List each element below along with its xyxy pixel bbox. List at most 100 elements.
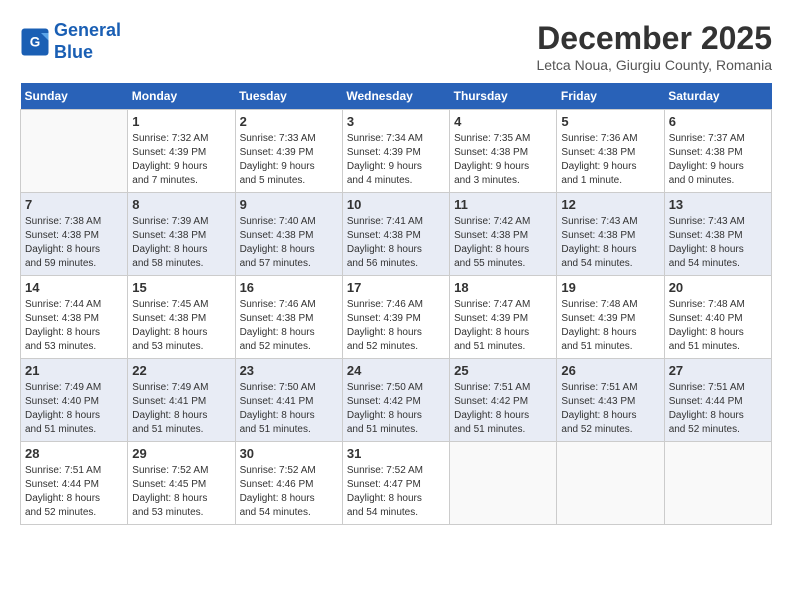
day-number: 22 [132, 363, 230, 378]
subtitle: Letca Noua, Giurgiu County, Romania [536, 57, 772, 73]
day-number: 16 [240, 280, 338, 295]
calendar-cell [664, 442, 771, 525]
calendar-cell: 30Sunrise: 7:52 AMSunset: 4:46 PMDayligh… [235, 442, 342, 525]
day-number: 17 [347, 280, 445, 295]
calendar-cell: 21 Sunrise: 7:49 AMSunset: 4:40 PMDayligh… [21, 359, 128, 442]
weekday-header-row: SundayMondayTuesdayWednesdayThursdayFrid… [21, 83, 772, 110]
calendar-cell: 14 Sunrise: 7:44 AMSunset: 4:38 PMDayligh… [21, 276, 128, 359]
day-info: Sunrise: 7:33 AMSunset: 4:39 PMDaylight:… [240, 132, 338, 188]
calendar-cell: 9 Sunrise: 7:40 AMSunset: 4:38 PMDaylight… [235, 193, 342, 276]
calendar-cell [21, 110, 128, 193]
weekday-header-thursday: Thursday [450, 83, 557, 110]
calendar-cell: 13 Sunrise: 7:43 AMSunset: 4:38 PMDayligh… [664, 193, 771, 276]
day-info: Sunrise: 7:41 AMSunset: 4:38 PMDaylight:… [347, 215, 445, 271]
day-number: 13 [669, 197, 767, 212]
calendar-cell: 7 Sunrise: 7:38 AMSunset: 4:38 PMDaylight… [21, 193, 128, 276]
day-info: Sunrise: 7:44 AMSunset: 4:38 PMDaylight:… [25, 298, 123, 354]
day-info: Sunrise: 7:52 AMSunset: 4:46 PMDaylight:… [240, 464, 338, 520]
weekday-header-friday: Friday [557, 83, 664, 110]
day-number: 7 [25, 197, 123, 212]
logo-line1: General [54, 20, 121, 40]
day-info: Sunrise: 7:50 AMSunset: 4:42 PMDaylight:… [347, 381, 445, 437]
week-row-4: 21 Sunrise: 7:49 AMSunset: 4:40 PMDayligh… [21, 359, 772, 442]
week-row-3: 14 Sunrise: 7:44 AMSunset: 4:38 PMDayligh… [21, 276, 772, 359]
day-number: 1 [132, 114, 230, 129]
day-info: Sunrise: 7:34 AMSunset: 4:39 PMDaylight:… [347, 132, 445, 188]
day-info: Sunrise: 7:47 AMSunset: 4:39 PMDaylight:… [454, 298, 552, 354]
day-info: Sunrise: 7:51 AMSunset: 4:42 PMDaylight:… [454, 381, 552, 437]
day-info: Sunrise: 7:45 AMSunset: 4:38 PMDaylight:… [132, 298, 230, 354]
day-number: 10 [347, 197, 445, 212]
calendar-cell [557, 442, 664, 525]
logo-line2: Blue [54, 42, 93, 62]
day-info: Sunrise: 7:39 AMSunset: 4:38 PMDaylight:… [132, 215, 230, 271]
calendar-cell: 19 Sunrise: 7:48 AMSunset: 4:39 PMDayligh… [557, 276, 664, 359]
calendar-cell: 18 Sunrise: 7:47 AMSunset: 4:39 PMDayligh… [450, 276, 557, 359]
day-number: 24 [347, 363, 445, 378]
day-info: Sunrise: 7:49 AMSunset: 4:41 PMDaylight:… [132, 381, 230, 437]
day-number: 27 [669, 363, 767, 378]
day-info: Sunrise: 7:52 AMSunset: 4:47 PMDaylight:… [347, 464, 445, 520]
week-row-1: 1 Sunrise: 7:32 AMSunset: 4:39 PMDaylight… [21, 110, 772, 193]
weekday-header-tuesday: Tuesday [235, 83, 342, 110]
month-title: December 2025 [536, 20, 772, 57]
day-info: Sunrise: 7:37 AMSunset: 4:38 PMDaylight:… [669, 132, 767, 188]
day-info: Sunrise: 7:52 AMSunset: 4:45 PMDaylight:… [132, 464, 230, 520]
day-number: 31 [347, 446, 445, 461]
calendar-cell: 27Sunrise: 7:51 AMSunset: 4:44 PMDayligh… [664, 359, 771, 442]
day-number: 2 [240, 114, 338, 129]
calendar-cell: 31 Sunrise: 7:52 AMSunset: 4:47 PMDayligh… [342, 442, 449, 525]
calendar-cell: 10 Sunrise: 7:41 AMSunset: 4:38 PMDayligh… [342, 193, 449, 276]
day-number: 19 [561, 280, 659, 295]
logo: G General Blue [20, 20, 121, 63]
calendar-cell: 6Sunrise: 7:37 AMSunset: 4:38 PMDaylight… [664, 110, 771, 193]
calendar-cell: 1 Sunrise: 7:32 AMSunset: 4:39 PMDaylight… [128, 110, 235, 193]
calendar-cell: 20 Sunrise: 7:48 AMSunset: 4:40 PMDayligh… [664, 276, 771, 359]
weekday-header-wednesday: Wednesday [342, 83, 449, 110]
calendar-cell: 5 Sunrise: 7:36 AMSunset: 4:38 PMDaylight… [557, 110, 664, 193]
day-info: Sunrise: 7:43 AMSunset: 4:38 PMDaylight:… [669, 215, 767, 271]
calendar-cell: 28Sunrise: 7:51 AMSunset: 4:44 PMDayligh… [21, 442, 128, 525]
day-number: 5 [561, 114, 659, 129]
header: G General Blue December 2025 Letca Noua,… [20, 20, 772, 73]
day-info: Sunrise: 7:51 AMSunset: 4:43 PMDaylight:… [561, 381, 659, 437]
calendar-cell: 4Sunrise: 7:35 AMSunset: 4:38 PMDaylight… [450, 110, 557, 193]
calendar-cell: 24 Sunrise: 7:50 AMSunset: 4:42 PMDayligh… [342, 359, 449, 442]
day-info: Sunrise: 7:48 AMSunset: 4:39 PMDaylight:… [561, 298, 659, 354]
day-number: 8 [132, 197, 230, 212]
calendar-cell: 16Sunrise: 7:46 AMSunset: 4:38 PMDayligh… [235, 276, 342, 359]
day-number: 11 [454, 197, 552, 212]
day-info: Sunrise: 7:38 AMSunset: 4:38 PMDaylight:… [25, 215, 123, 271]
calendar-cell: 23Sunrise: 7:50 AMSunset: 4:41 PMDayligh… [235, 359, 342, 442]
calendar-cell: 2 Sunrise: 7:33 AMSunset: 4:39 PMDaylight… [235, 110, 342, 193]
week-row-2: 7 Sunrise: 7:38 AMSunset: 4:38 PMDaylight… [21, 193, 772, 276]
day-info: Sunrise: 7:40 AMSunset: 4:38 PMDaylight:… [240, 215, 338, 271]
calendar-table: SundayMondayTuesdayWednesdayThursdayFrid… [20, 83, 772, 525]
day-info: Sunrise: 7:36 AMSunset: 4:38 PMDaylight:… [561, 132, 659, 188]
day-number: 18 [454, 280, 552, 295]
day-info: Sunrise: 7:32 AMSunset: 4:39 PMDaylight:… [132, 132, 230, 188]
day-number: 26 [561, 363, 659, 378]
day-info: Sunrise: 7:48 AMSunset: 4:40 PMDaylight:… [669, 298, 767, 354]
day-info: Sunrise: 7:43 AMSunset: 4:38 PMDaylight:… [561, 215, 659, 271]
calendar-cell: 17Sunrise: 7:46 AMSunset: 4:39 PMDayligh… [342, 276, 449, 359]
calendar-cell: 29Sunrise: 7:52 AMSunset: 4:45 PMDayligh… [128, 442, 235, 525]
svg-text:G: G [30, 34, 41, 49]
calendar-cell: 25Sunrise: 7:51 AMSunset: 4:42 PMDayligh… [450, 359, 557, 442]
day-number: 9 [240, 197, 338, 212]
weekday-header-monday: Monday [128, 83, 235, 110]
day-number: 3 [347, 114, 445, 129]
day-number: 28 [25, 446, 123, 461]
title-area: December 2025 Letca Noua, Giurgiu County… [536, 20, 772, 73]
calendar-cell [450, 442, 557, 525]
day-info: Sunrise: 7:35 AMSunset: 4:38 PMDaylight:… [454, 132, 552, 188]
day-info: Sunrise: 7:42 AMSunset: 4:38 PMDaylight:… [454, 215, 552, 271]
calendar-cell: 8 Sunrise: 7:39 AMSunset: 4:38 PMDaylight… [128, 193, 235, 276]
weekday-header-saturday: Saturday [664, 83, 771, 110]
calendar-cell: 12Sunrise: 7:43 AMSunset: 4:38 PMDayligh… [557, 193, 664, 276]
day-info: Sunrise: 7:49 AMSunset: 4:40 PMDaylight:… [25, 381, 123, 437]
day-number: 20 [669, 280, 767, 295]
day-number: 15 [132, 280, 230, 295]
day-number: 14 [25, 280, 123, 295]
day-number: 21 [25, 363, 123, 378]
